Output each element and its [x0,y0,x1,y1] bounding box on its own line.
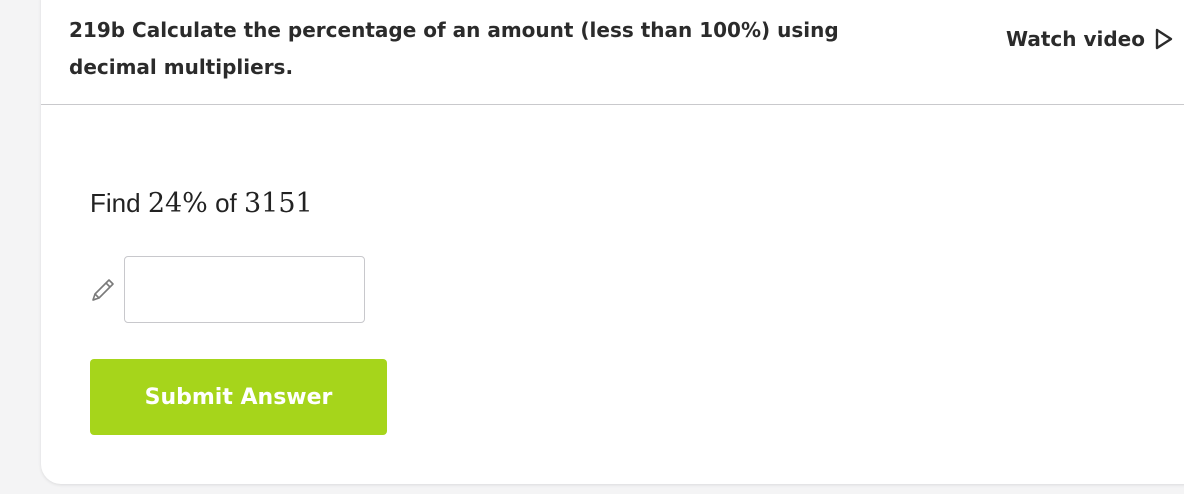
skill-title: 219b Calculate the percentage of an amou… [69,18,839,79]
watch-video-link[interactable]: Watch video [1006,27,1173,51]
pencil-icon [89,276,117,304]
question-percent: 24% [147,188,208,219]
watch-video-label: Watch video [1006,27,1145,51]
submit-answer-button[interactable]: Submit Answer [90,359,387,435]
play-icon [1155,28,1173,50]
question-prefix: Find [90,188,141,218]
question-text: Find 24% of 3151 [90,188,313,219]
question-amount: 3151 [243,188,313,219]
answer-input[interactable] [124,256,365,323]
question-header: 219b Calculate the percentage of an amou… [41,0,1184,105]
question-connector: of [215,188,237,218]
